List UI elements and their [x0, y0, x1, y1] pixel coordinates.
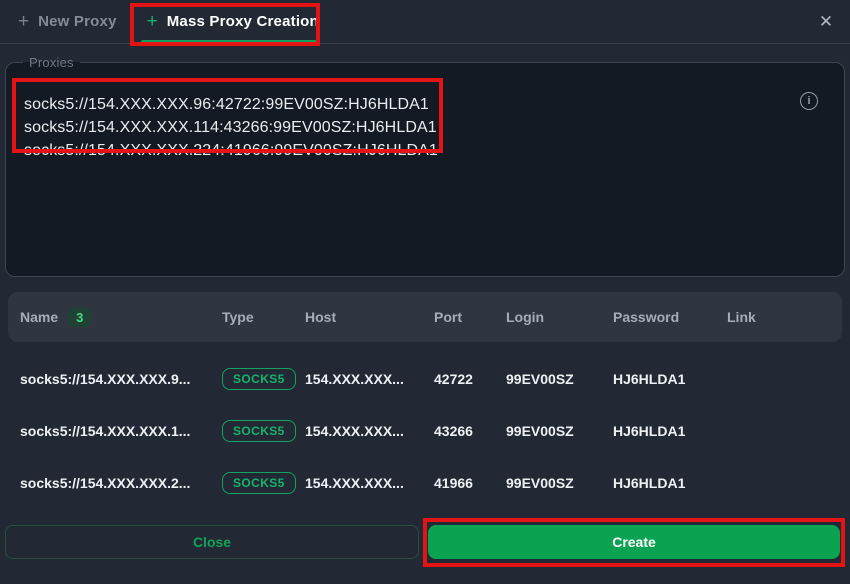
- create-button[interactable]: Create: [428, 525, 840, 559]
- mass-proxy-creation-dialog: + New Proxy + Mass Proxy Creation ✕ Prox…: [0, 0, 850, 584]
- cell-password: HJ6HLDA1: [613, 371, 727, 387]
- cell-password: HJ6HLDA1: [613, 423, 727, 439]
- table-row: socks5://154.XXX.XXX.2... SOCKS5 154.XXX…: [8, 457, 842, 509]
- cell-type: SOCKS5: [222, 368, 305, 390]
- plus-icon: +: [147, 12, 158, 31]
- cell-login: 99EV00SZ: [506, 475, 613, 491]
- info-icon[interactable]: i: [800, 92, 818, 110]
- cell-type: SOCKS5: [222, 472, 305, 494]
- proxy-line: socks5://154.XXX.XXX.96:42722:99EV00SZ:H…: [24, 93, 438, 116]
- socks5-chip: SOCKS5: [222, 420, 296, 442]
- tab-label: Mass Proxy Creation: [167, 13, 319, 30]
- column-header-host: Host: [305, 309, 434, 325]
- cell-type: SOCKS5: [222, 420, 305, 442]
- column-header-port: Port: [434, 309, 506, 325]
- cell-port: 42722: [434, 371, 506, 387]
- tab-mass-proxy-creation[interactable]: + Mass Proxy Creation: [131, 0, 333, 43]
- close-icon[interactable]: ✕: [814, 10, 838, 34]
- cell-host: 154.XXX.XXX...: [305, 371, 434, 387]
- header-name-label: Name: [20, 309, 58, 325]
- column-header-name: Name 3: [20, 308, 222, 327]
- cell-password: HJ6HLDA1: [613, 475, 727, 491]
- proxies-field-label: Proxies: [23, 55, 80, 70]
- cell-port: 41966: [434, 475, 506, 491]
- proxies-textarea[interactable]: Proxies socks5://154.XXX.XXX.96:42722:99…: [5, 55, 845, 277]
- column-header-link: Link: [727, 309, 842, 325]
- proxy-line: socks5://154.XXX.XXX.224:41966:99EV00SZ:…: [24, 139, 438, 162]
- column-header-password: Password: [613, 309, 727, 325]
- cell-login: 99EV00SZ: [506, 371, 613, 387]
- cell-login: 99EV00SZ: [506, 423, 613, 439]
- column-header-login: Login: [506, 309, 613, 325]
- cell-host: 154.XXX.XXX...: [305, 475, 434, 491]
- cell-name: socks5://154.XXX.XXX.1...: [20, 423, 222, 439]
- row-count-badge: 3: [68, 308, 91, 327]
- table-header: Name 3 Type Host Port Login Password Lin…: [8, 292, 842, 342]
- active-tab-underline: [141, 40, 319, 43]
- socks5-chip: SOCKS5: [222, 472, 296, 494]
- plus-icon: +: [18, 12, 29, 31]
- cell-name: socks5://154.XXX.XXX.9...: [20, 371, 222, 387]
- close-button[interactable]: Close: [5, 525, 419, 559]
- proxies-text[interactable]: socks5://154.XXX.XXX.96:42722:99EV00SZ:H…: [24, 93, 438, 162]
- column-header-type: Type: [222, 309, 305, 325]
- table-row: socks5://154.XXX.XXX.9... SOCKS5 154.XXX…: [8, 353, 842, 405]
- cell-host: 154.XXX.XXX...: [305, 423, 434, 439]
- cell-name: socks5://154.XXX.XXX.2...: [20, 475, 222, 491]
- proxy-line: socks5://154.XXX.XXX.114:43266:99EV00SZ:…: [24, 116, 438, 139]
- table-row: socks5://154.XXX.XXX.1... SOCKS5 154.XXX…: [8, 405, 842, 457]
- tab-label: New Proxy: [38, 13, 117, 30]
- socks5-chip: SOCKS5: [222, 368, 296, 390]
- cell-port: 43266: [434, 423, 506, 439]
- dialog-header: + New Proxy + Mass Proxy Creation ✕: [0, 0, 850, 44]
- table-body: socks5://154.XXX.XXX.9... SOCKS5 154.XXX…: [8, 342, 842, 509]
- tab-new-proxy[interactable]: + New Proxy: [0, 0, 131, 43]
